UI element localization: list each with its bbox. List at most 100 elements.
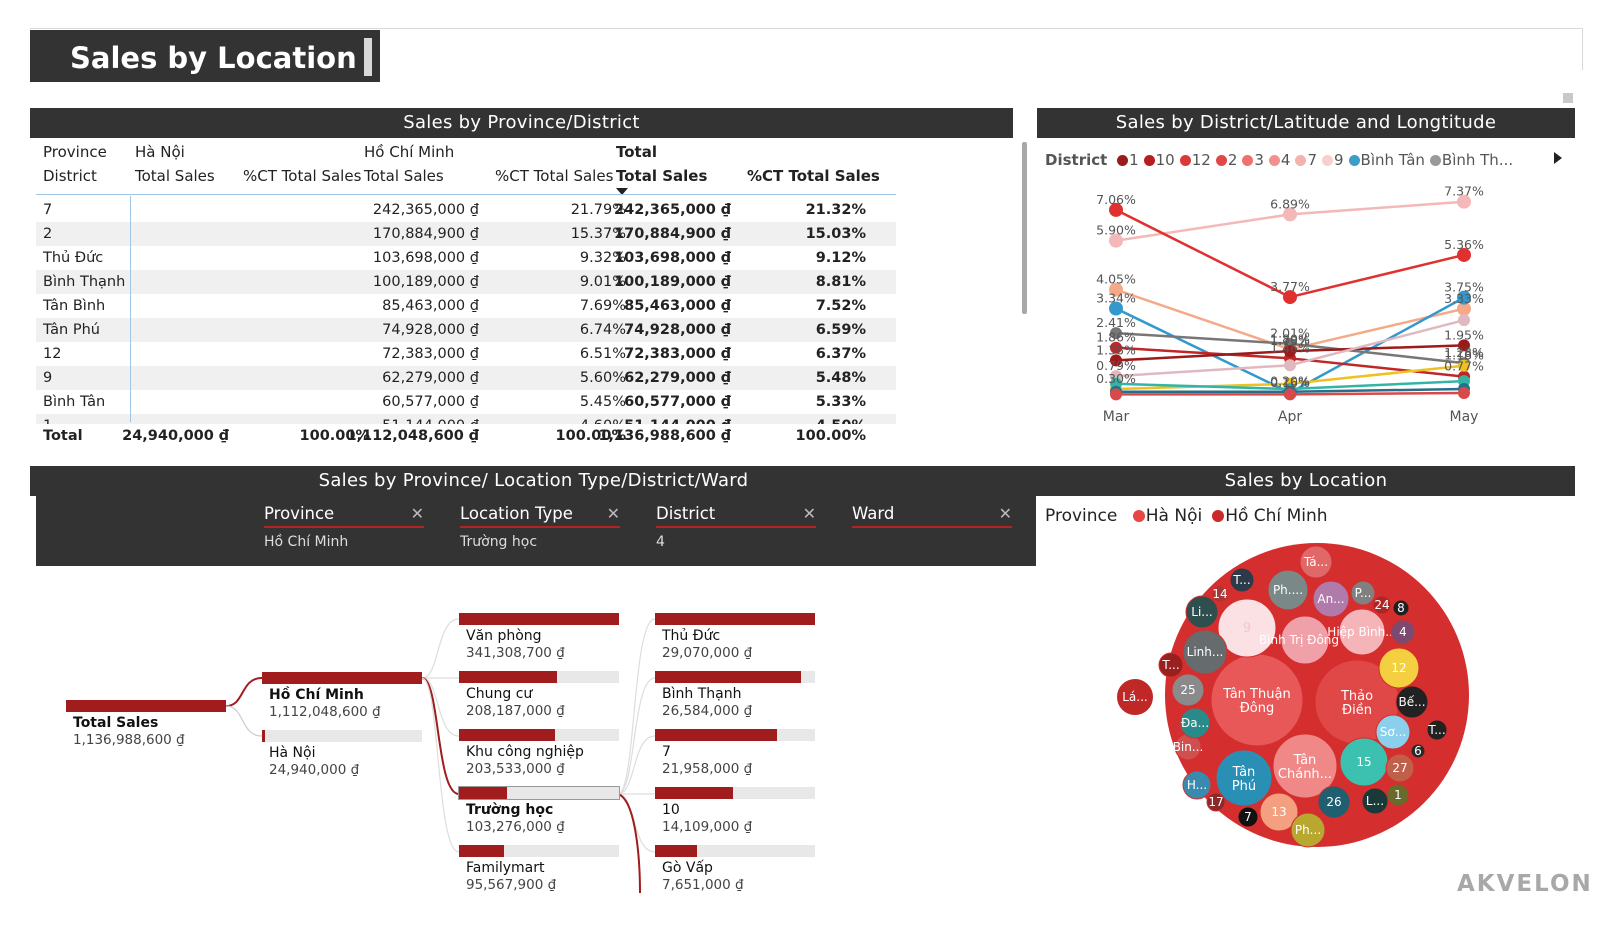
line-legend-label: 3 xyxy=(1254,151,1264,169)
bubble-label: Ph.... xyxy=(1273,583,1303,597)
decomposition-tree: Total Sales 1,136,988,600 ₫ Hồ Chí Minh 1,1… xyxy=(0,0,1010,893)
decomp-bar xyxy=(655,613,815,625)
data-label: 6.89% xyxy=(1270,196,1310,211)
bubble-label: Sơ... xyxy=(1380,725,1406,739)
decomp-node-name: Familymart xyxy=(466,860,545,876)
legend-dot xyxy=(1117,155,1129,166)
bubble-label: Hiệp Bình... xyxy=(1327,625,1396,639)
bubble-label: T... xyxy=(1232,573,1250,587)
bubble-label: 9 xyxy=(1243,621,1251,636)
x-tick-label: Mar xyxy=(1103,409,1130,425)
decomp-node-name: Gò Vấp xyxy=(662,860,713,876)
decomp-node[interactable]: Bình Thạnh 26,584,000 ₫ xyxy=(655,671,815,720)
decomp-node[interactable]: Hà Nội 24,940,000 ₫ xyxy=(262,730,422,779)
data-label: 5.90% xyxy=(1096,223,1136,238)
decomp-node-name: Chung cư xyxy=(466,686,533,702)
decomp-node[interactable]: 10 14,109,000 ₫ xyxy=(655,787,815,836)
bubble-legend-item[interactable]: Hà Nội xyxy=(1123,506,1202,526)
decomp-bar-fill xyxy=(655,845,697,857)
bubble-label: Đa... xyxy=(1181,716,1209,730)
decomp-node[interactable]: Khu công nghiệp 203,533,000 ₫ xyxy=(459,729,619,778)
line-legend-items: 1 10 12 2 3 4 7 9 Bình Tân Bình Th... xyxy=(1112,151,1513,169)
line-legend-label: Bình Th... xyxy=(1441,151,1514,169)
series-point[interactable] xyxy=(1110,388,1122,401)
line-legend-item[interactable]: 1 xyxy=(1112,151,1139,169)
legend-dot xyxy=(1348,155,1360,166)
bubble-label: Li... xyxy=(1191,605,1212,619)
decomp-node-name: Thủ Đức xyxy=(662,628,721,644)
decomp-bar-fill xyxy=(459,613,619,625)
bubble-legend: Province Hà Nội Hồ Chí Minh xyxy=(1045,506,1328,526)
bubble-label: Tân Phú xyxy=(1232,765,1256,794)
legend-dot xyxy=(1322,155,1333,166)
decomp-bar-fill xyxy=(459,729,555,741)
series-point[interactable] xyxy=(1458,387,1470,400)
table-scrollbar[interactable] xyxy=(1022,142,1027,314)
data-label: 0.20% xyxy=(1270,374,1310,389)
data-label: 7.37% xyxy=(1444,184,1484,199)
bubble-panel-header: Sales by Location xyxy=(1037,466,1575,496)
decomp-node-name: Hà Nội xyxy=(269,745,316,761)
decomp-node[interactable]: Familymart 95,567,900 ₫ xyxy=(459,845,619,893)
decomp-node[interactable]: Total Sales 1,136,988,600 ₫ xyxy=(66,700,226,749)
triangle-right-icon[interactable] xyxy=(1553,152,1563,164)
decomp-node-name: Văn phòng xyxy=(466,628,542,644)
decomp-bar-fill xyxy=(459,671,557,683)
decomp-bar xyxy=(655,845,815,857)
bubble-label: T... xyxy=(1161,658,1179,672)
data-label: 0.30% xyxy=(1096,371,1136,386)
series-point[interactable] xyxy=(1284,359,1296,372)
data-label: 5.36% xyxy=(1444,237,1484,252)
bubble-label: T... xyxy=(1427,723,1445,737)
bubble-label: An... xyxy=(1317,592,1344,606)
decomp-node[interactable]: Văn phòng 341,308,700 ₫ xyxy=(459,613,619,662)
bubble-legend-item[interactable]: Hồ Chí Minh xyxy=(1202,506,1328,526)
bubble-label: 24 xyxy=(1374,598,1389,612)
decomp-node[interactable]: Chung cư 208,187,000 ₫ xyxy=(459,671,619,720)
line-legend-item[interactable]: Bình Tân xyxy=(1344,151,1425,169)
line-legend-item[interactable]: 7 xyxy=(1290,151,1317,169)
decomp-node-name: Hồ Chí Minh xyxy=(269,687,364,703)
decomp-node-value: 24,940,000 ₫ xyxy=(269,762,360,778)
line-legend-item[interactable]: 10 xyxy=(1139,151,1175,169)
decomp-bar-fill xyxy=(262,672,422,684)
decomp-node[interactable]: Gò Vấp 7,651,000 ₫ xyxy=(655,845,815,893)
decomp-bar xyxy=(262,730,422,742)
decomp-bar-fill xyxy=(655,787,734,799)
bubble-label: 12 xyxy=(1391,661,1406,675)
decomp-node[interactable]: Hồ Chí Minh 1,112,048,600 ₫ xyxy=(262,672,422,721)
data-label: 1.18% xyxy=(1444,348,1484,363)
decomp-node-name: Bình Thạnh xyxy=(662,686,742,702)
legend-dot xyxy=(1215,155,1227,166)
series-point[interactable] xyxy=(1284,388,1296,401)
bubble-chart: Tân Thuận ĐôngThảo ĐiềnTân Chánh...9Bình Tr… xyxy=(1115,543,1469,848)
decomp-bar-fill xyxy=(262,730,266,742)
focus-mode-icon[interactable] xyxy=(1563,93,1573,103)
series-point[interactable] xyxy=(1458,314,1470,327)
decomp-bar-fill xyxy=(655,613,815,625)
decomp-bar-fill xyxy=(655,671,801,683)
decomp-node[interactable]: Thủ Đức 29,070,000 ₫ xyxy=(655,613,815,662)
bubble-legend-label: Hà Nội xyxy=(1145,506,1203,526)
line-legend-item[interactable]: Bình Th... xyxy=(1425,151,1513,169)
bubble-label: 26 xyxy=(1326,795,1341,809)
bubble-label: Lá... xyxy=(1122,690,1147,704)
line-legend-label: Bình Tân xyxy=(1360,151,1425,169)
decomp-node[interactable]: Trường học 103,276,000 ₫ xyxy=(458,786,620,836)
bubble-label: Linh... xyxy=(1187,645,1224,659)
decomp-node-value: 14,109,000 ₫ xyxy=(662,819,753,835)
line-legend-item[interactable]: 2 xyxy=(1211,151,1237,169)
decomp-node-value: 29,070,000 ₫ xyxy=(662,645,753,661)
decomp-node[interactable]: 7 21,958,000 ₫ xyxy=(655,729,815,778)
bubble-label: Tá... xyxy=(1303,555,1328,569)
decomp-bar xyxy=(458,786,620,800)
x-tick-label: May xyxy=(1450,409,1479,425)
decomp-node-name: 7 xyxy=(662,744,671,760)
x-tick-label: Apr xyxy=(1278,409,1302,425)
decomp-node-value: 95,567,900 ₫ xyxy=(466,877,557,893)
line-legend-item[interactable]: 9 xyxy=(1317,151,1344,169)
bubble-label: 7 xyxy=(1244,810,1252,824)
line-legend-item[interactable]: 4 xyxy=(1264,151,1290,169)
line-legend-item[interactable]: 3 xyxy=(1237,151,1264,169)
line-legend-item[interactable]: 12 xyxy=(1175,151,1211,169)
